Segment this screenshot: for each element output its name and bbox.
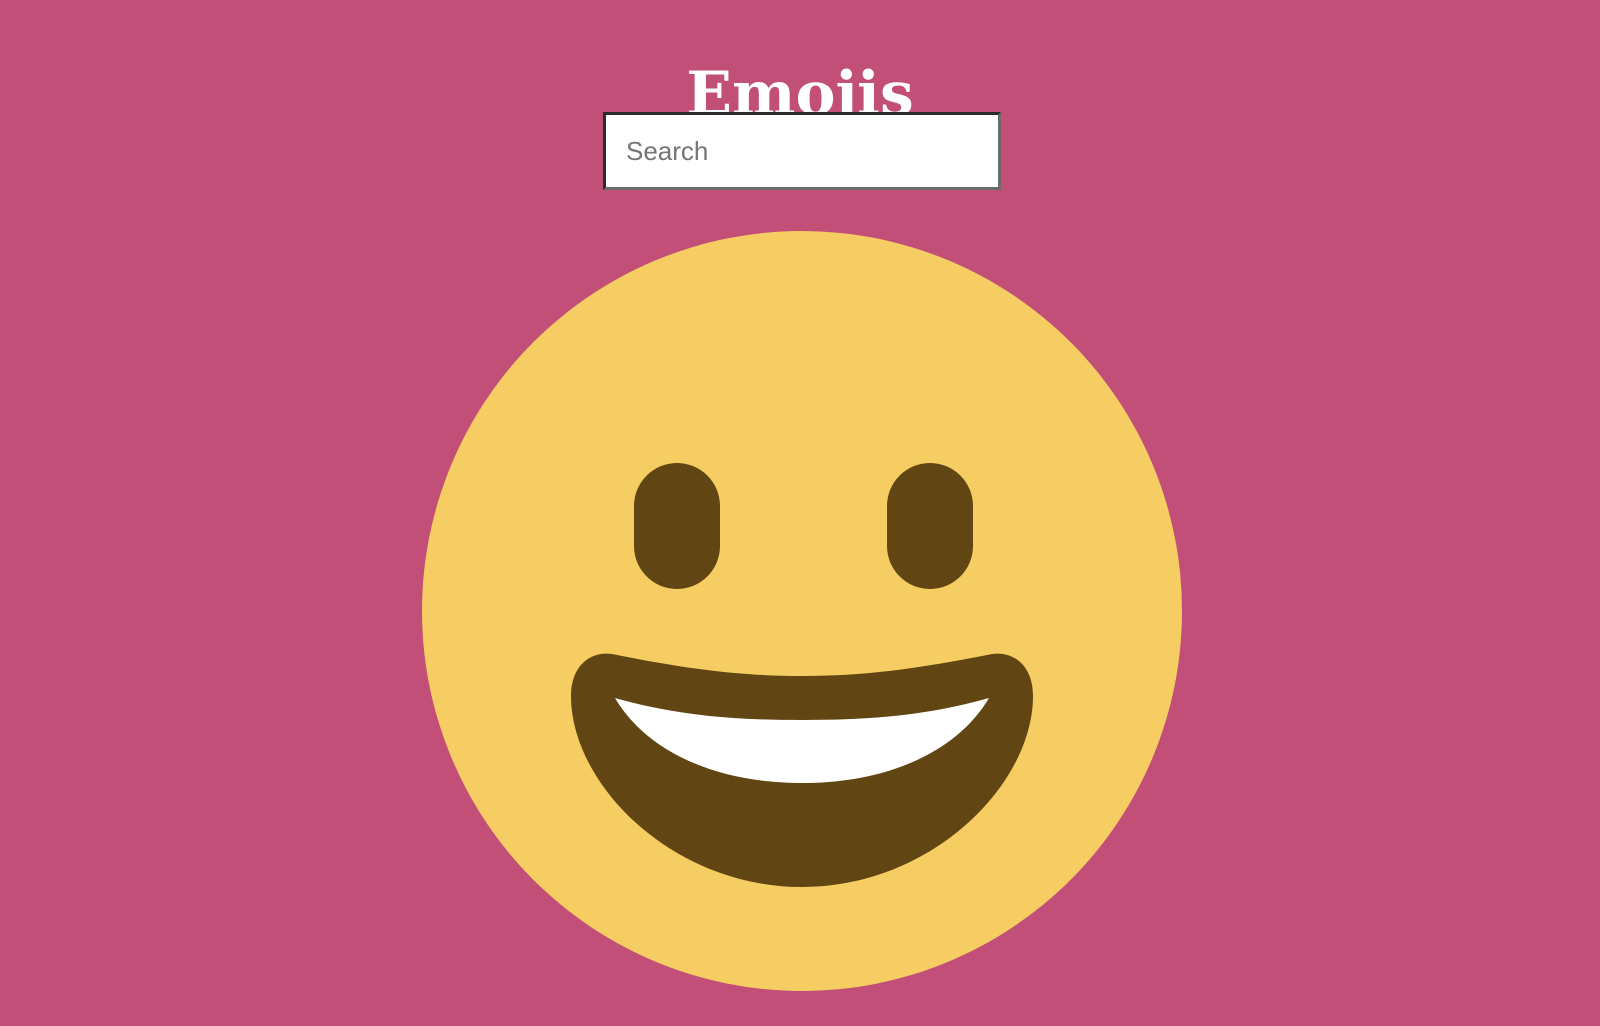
emoji-display[interactable] [422,231,1182,991]
page: Emojis [0,0,1600,1026]
emoji-left-eye [634,463,720,589]
emoji-right-eye [887,463,973,589]
search-input[interactable] [603,112,1001,190]
grinning-face-icon[interactable] [422,231,1182,991]
search-bar [603,112,1001,190]
